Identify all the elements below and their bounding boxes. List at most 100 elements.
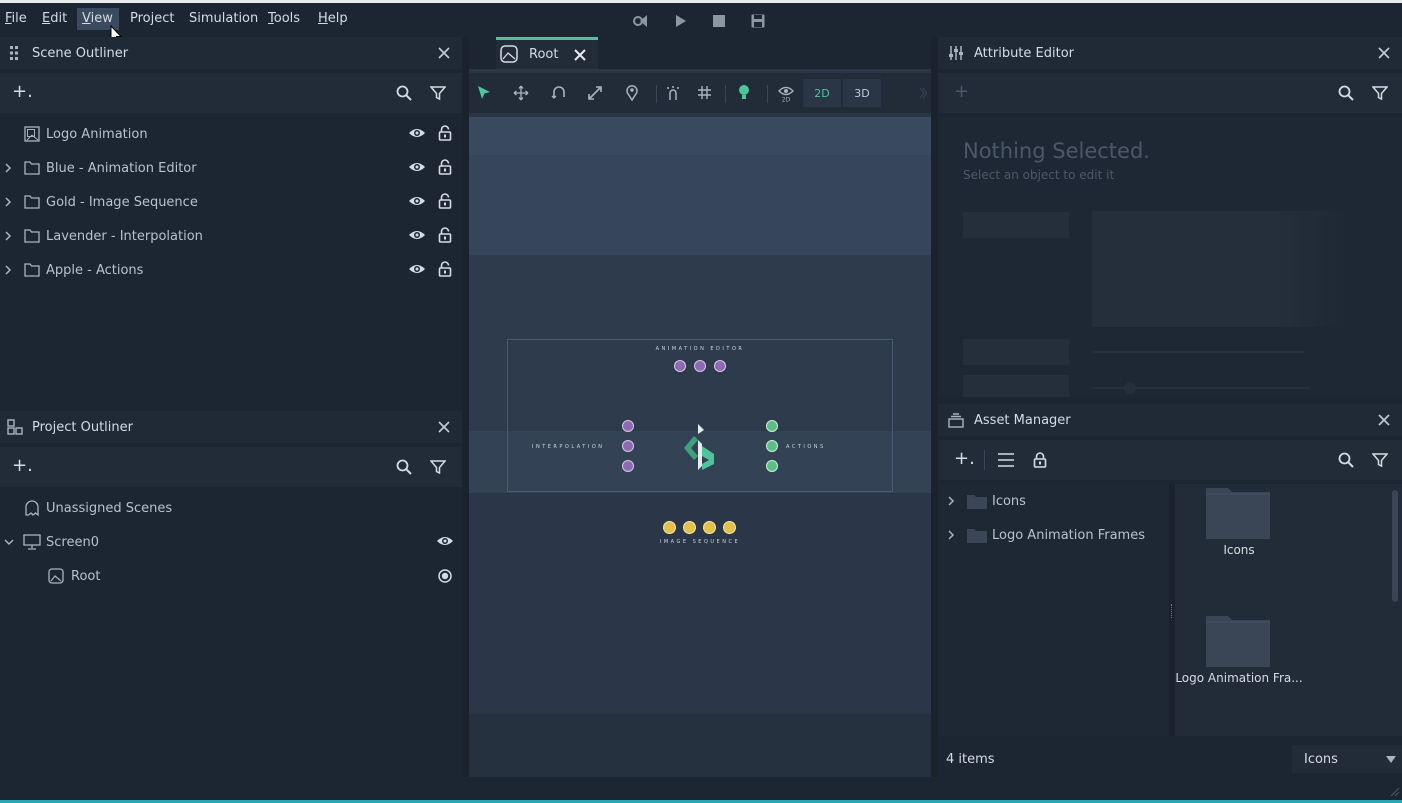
lock-icon[interactable] [1033,452,1047,468]
attribute-editor-header: Attribute Editor [938,37,1402,69]
move-tool-icon[interactable] [513,85,529,101]
project-row-unassigned-scenes[interactable]: Unassigned Scenes [0,491,462,525]
snap-icon[interactable] [665,85,681,101]
search-button[interactable] [393,82,415,104]
empty-subtitle: Select an object to edit it [963,168,1115,182]
mode-3d-button[interactable]: 3D [843,79,881,107]
grid-icon[interactable] [697,85,712,100]
view-mode-select[interactable]: Icons [1292,745,1402,773]
add-asset-button[interactable]: +. [954,448,975,469]
filter-button[interactable] [1369,449,1391,471]
scene-row-logo-animation[interactable]: Logo Animation [0,117,462,151]
asset-grid: Icons Logo Animation Fra... [1175,484,1402,736]
visibility-eye-icon[interactable] [408,262,426,276]
list-view-icon[interactable] [998,453,1014,467]
apple-dot [766,460,778,472]
chevron-right-icon[interactable] [4,197,12,207]
save-button[interactable] [748,11,768,31]
scene-row-gold-image-sequence[interactable]: Gold - Image Sequence [0,185,462,219]
lock-icon[interactable] [438,227,452,243]
project-row-root[interactable]: Root [0,559,462,593]
tab-root[interactable]: Root [496,37,598,69]
pin-tool-icon[interactable] [625,84,639,101]
rotate-tool-icon[interactable] [551,85,567,101]
folder-icon [967,529,987,543]
scene-image-icon [24,126,40,142]
close-icon[interactable] [573,48,587,62]
menu-file[interactable]: File [0,8,32,30]
filter-button[interactable] [1369,82,1391,104]
preview-eye-2d-icon[interactable]: 2D [777,84,795,102]
drag-handle-icon[interactable] [8,45,20,61]
vertical-scrollbar[interactable] [1392,490,1398,602]
project-item-label: Root [71,568,101,584]
close-icon[interactable] [1376,412,1392,428]
close-icon[interactable] [436,45,452,61]
play-button[interactable] [671,11,691,31]
chevron-right-icon[interactable] [4,231,12,241]
search-button[interactable] [393,456,415,478]
search-button[interactable] [1335,449,1357,471]
scene-row-apple-actions[interactable]: Apple - Actions [0,253,462,287]
toolbar-separator [656,85,657,103]
splitter[interactable] [462,37,469,777]
lavender-dot [622,420,634,432]
menu-edit[interactable]: Edit [37,8,72,30]
scene-image-icon [500,45,518,63]
menu-tools[interactable]: Tools [263,8,305,30]
toolbar-overflow-chevron-icon[interactable] [919,87,927,99]
menu-simulation[interactable]: Simulation [184,8,263,30]
asset-tree-item-icons[interactable]: Icons [938,484,1169,518]
menu-project[interactable]: Project [125,8,179,30]
chevron-right-icon[interactable] [4,163,12,173]
mode-2d-button[interactable]: 2D [803,79,841,107]
chevron-right-icon[interactable] [4,265,12,275]
scene-outliner-title: Scene Outliner [32,45,129,61]
close-icon[interactable] [1376,45,1392,61]
menu-help[interactable]: Help [313,8,353,30]
scene-row-lavender-interpolation[interactable]: Lavender - Interpolation [0,219,462,253]
asset-manager-footer: 4 items Icons [938,740,1402,777]
filter-button[interactable] [427,456,449,478]
chevron-right-icon[interactable] [947,530,955,540]
filter-button[interactable] [427,82,449,104]
close-icon[interactable] [436,419,452,435]
asset-grid-item-icons[interactable]: Icons [1175,484,1303,564]
resize-grip-icon[interactable] [1388,785,1400,797]
visibility-eye-icon[interactable] [408,160,426,174]
lock-icon[interactable] [438,193,452,209]
toolbar-separator [984,450,985,470]
add-project-item-button[interactable]: +. [12,455,33,476]
add-attribute-button[interactable]: + [954,81,969,102]
rewind-icon [633,15,647,27]
visibility-eye-icon[interactable] [408,194,426,208]
lightbulb-icon[interactable] [738,84,750,101]
asset-tree-item-logo-animation-frames[interactable]: Logo Animation Frames [938,518,1169,552]
filter-icon [430,460,446,475]
scene-row-blue-animation-editor[interactable]: Blue - Animation Editor [0,151,462,185]
active-scene-radio-icon[interactable] [438,569,452,583]
splitter[interactable] [931,37,938,777]
project-item-label: Unassigned Scenes [46,500,173,516]
project-row-screen0[interactable]: Screen0 [0,525,462,559]
stop-button[interactable] [709,11,729,31]
lock-icon[interactable] [438,261,452,277]
save-icon [751,14,765,28]
scale-tool-icon[interactable] [587,85,603,101]
add-scene-button[interactable]: +. [12,81,33,102]
visibility-eye-icon[interactable] [408,126,426,140]
chevron-down-icon[interactable] [4,538,14,546]
chevron-right-icon[interactable] [947,496,955,506]
viewport-canvas[interactable]: ANIMATION EDITOR INTERPOLATION ACTIONS I… [469,117,931,714]
rewind-button[interactable] [631,11,651,31]
filter-icon [1372,86,1388,101]
scene-image-icon [48,568,64,584]
select-arrow-icon[interactable] [477,85,491,101]
asset-grid-item-logo-animation-frames[interactable]: Logo Animation Fra... [1175,612,1303,692]
visibility-eye-icon[interactable] [436,534,454,548]
asset-tree-label: Logo Animation Frames [992,528,1145,543]
visibility-eye-icon[interactable] [408,228,426,242]
lock-icon[interactable] [438,159,452,175]
lock-icon[interactable] [438,125,452,141]
search-button[interactable] [1335,82,1357,104]
